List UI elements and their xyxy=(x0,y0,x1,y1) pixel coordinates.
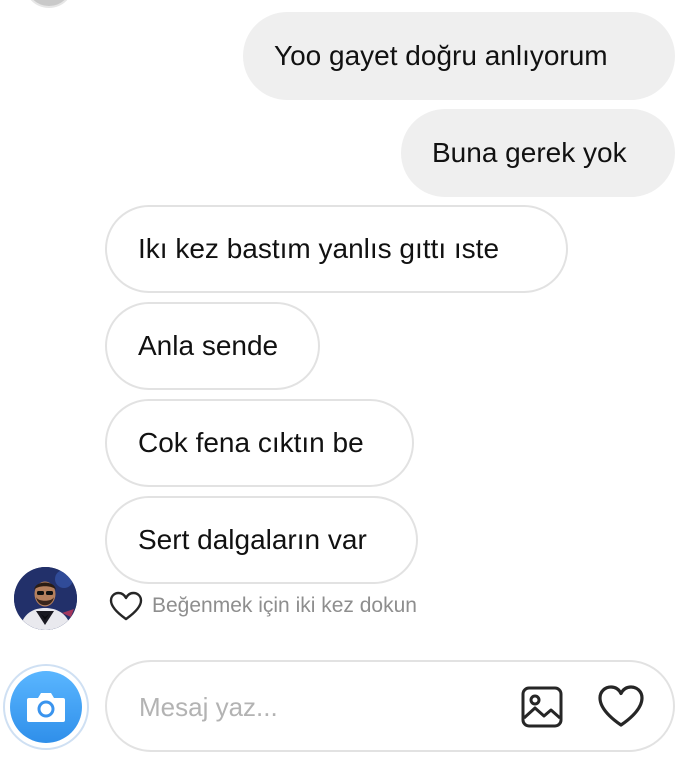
heart-outline-icon[interactable] xyxy=(108,590,144,622)
message-composer xyxy=(105,660,675,752)
sender-avatar[interactable] xyxy=(14,567,77,630)
message-incoming[interactable]: Cok fena cıktın be xyxy=(105,399,414,487)
heart-icon[interactable] xyxy=(597,683,645,729)
message-incoming[interactable]: Anla sende xyxy=(105,302,320,390)
message-outgoing[interactable]: Yoo gayet doğru anlıyorum xyxy=(243,12,675,100)
double-tap-like-hint: Beğenmek için iki kez dokun xyxy=(108,589,417,623)
message-incoming[interactable]: Sert dalgaların var xyxy=(105,496,418,584)
message-outgoing[interactable]: Buna gerek yok xyxy=(401,109,675,197)
camera-button[interactable] xyxy=(3,664,89,750)
image-icon[interactable] xyxy=(520,685,564,729)
message-input[interactable] xyxy=(137,686,501,728)
avatar-photo xyxy=(14,567,77,630)
message-incoming[interactable]: Ikı kez bastım yanlıs gıttı ıste xyxy=(105,205,568,293)
camera-icon xyxy=(27,693,65,722)
like-hint-text: Beğenmek için iki kez dokun xyxy=(152,594,417,617)
previous-sender-avatar[interactable] xyxy=(24,0,74,8)
